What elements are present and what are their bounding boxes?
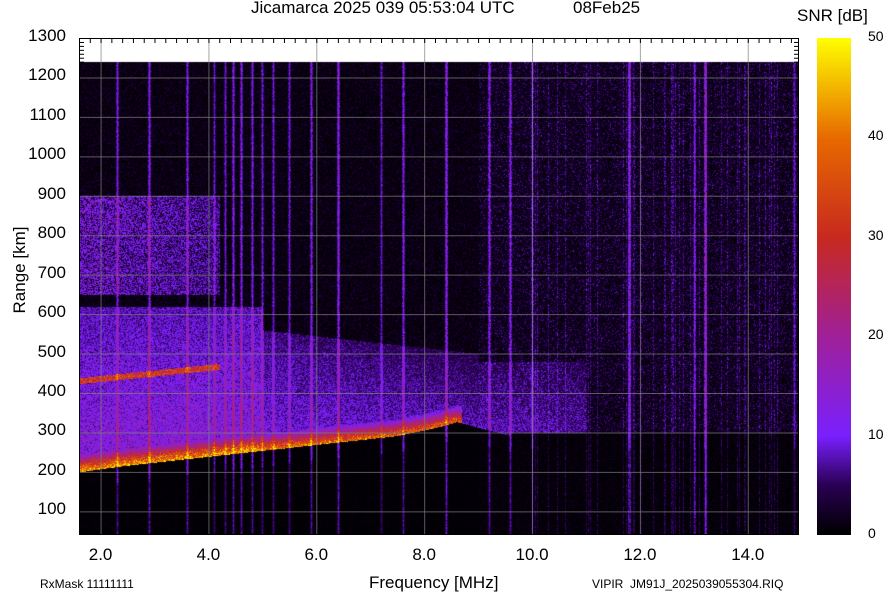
x-tick-label: 2.0 [88, 545, 113, 564]
rxmask-label: RxMask 11111111 [40, 577, 134, 591]
title-text: Jicamarca 2025 039 05:53:04 UTC [251, 0, 515, 17]
colorbar-tick-label: 10 [868, 425, 884, 442]
x-tick-label: 10.0 [515, 545, 549, 564]
colorbar-tick-label: 30 [868, 226, 884, 243]
colorbar [817, 38, 851, 535]
ionogram-plot [79, 38, 799, 535]
x-tick-label: 14.0 [731, 545, 765, 564]
y-tick-label: 1300 [28, 26, 66, 45]
x-tick-label: 4.0 [196, 545, 221, 564]
colorbar-tick-label: 0 [868, 525, 876, 541]
colorbar-tick-label: 50 [868, 28, 884, 44]
y-tick-label: 400 [37, 381, 66, 400]
y-tick-label: 1000 [28, 144, 66, 164]
y-tick-label: 1200 [28, 65, 66, 85]
x-tick-label: 8.0 [412, 545, 436, 564]
colorbar-tick-label: 20 [868, 326, 884, 343]
y-tick-label: 500 [37, 341, 66, 361]
colorbar-tick-label: 40 [868, 127, 884, 144]
colorbar-title: SNR [dB] [797, 6, 868, 25]
y-tick-label: 300 [37, 420, 66, 440]
y-tick-label: 1100 [29, 104, 66, 124]
y-axis-label: Range [km] [10, 226, 29, 314]
x-tick-label: 6.0 [304, 545, 329, 564]
x-tick-label: 12.0 [623, 545, 657, 564]
plot-border [79, 38, 799, 535]
y-tick-label: 100 [37, 499, 66, 519]
y-tick-label: 900 [37, 183, 66, 203]
grid-overlay [79, 38, 799, 535]
x-axis-label: Frequency [MHz] [369, 573, 499, 592]
title-date: 08Feb25 [573, 0, 641, 17]
y-tick-label: 200 [37, 459, 66, 479]
filename-label: VIPIR JM91J_2025039055304.RIQ [592, 577, 784, 591]
